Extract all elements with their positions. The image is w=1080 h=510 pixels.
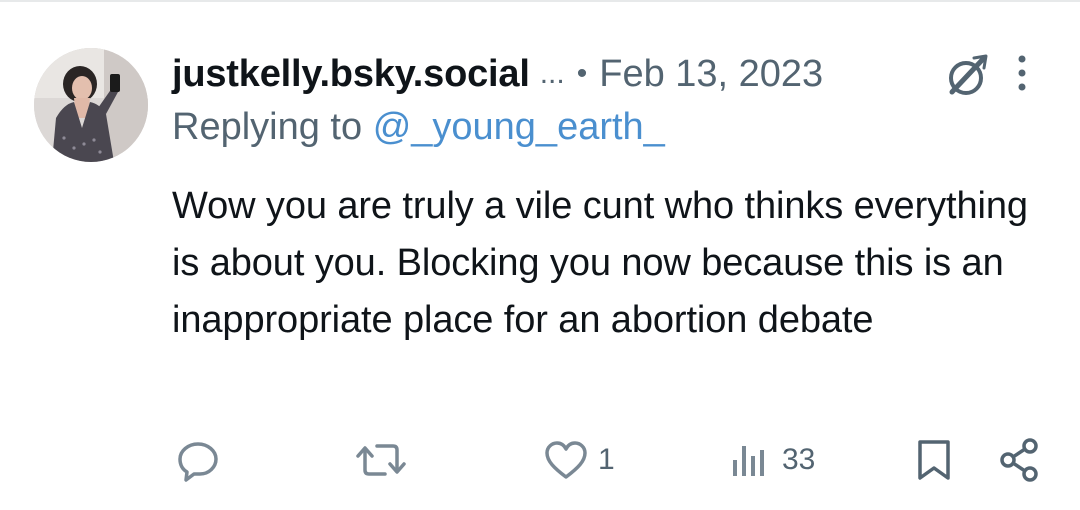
handle-truncation: ... xyxy=(539,57,565,90)
premium-icon[interactable] xyxy=(940,50,992,102)
share-icon xyxy=(1000,438,1038,482)
author-handle[interactable]: justkelly.bsky.social xyxy=(172,53,530,96)
reply-button[interactable] xyxy=(174,430,222,490)
more-options-icon[interactable] xyxy=(1010,52,1034,94)
replying-prefix: Replying to xyxy=(172,106,363,148)
bookmark-icon xyxy=(918,440,950,480)
repost-button[interactable] xyxy=(355,430,407,490)
like-button[interactable]: 1 xyxy=(542,430,615,490)
like-count: 1 xyxy=(598,443,615,476)
heart-icon xyxy=(545,441,587,479)
top-divider xyxy=(0,0,1080,2)
replying-to-line: Replying to @_young_earth_ xyxy=(172,106,665,149)
views-icon xyxy=(733,446,764,476)
repost-icon xyxy=(356,444,406,476)
avatar-photo xyxy=(34,48,148,162)
post-text: Wow you are truly a vile cunt who thinks… xyxy=(172,185,1028,341)
action-bar: 1 33 xyxy=(0,430,1080,490)
mention-link[interactable]: @_young_earth_ xyxy=(373,106,665,148)
bookmark-button[interactable] xyxy=(912,430,956,490)
separator-dot: • xyxy=(576,57,588,90)
views-count: 33 xyxy=(782,443,816,476)
avatar[interactable] xyxy=(34,48,148,162)
share-button[interactable] xyxy=(996,430,1044,490)
post-header: justkelly.bsky.social ... • Feb 13, 2023 xyxy=(172,46,823,102)
views-button[interactable]: 33 xyxy=(730,430,815,490)
reply-icon xyxy=(178,442,218,482)
post-date[interactable]: Feb 13, 2023 xyxy=(599,53,823,96)
